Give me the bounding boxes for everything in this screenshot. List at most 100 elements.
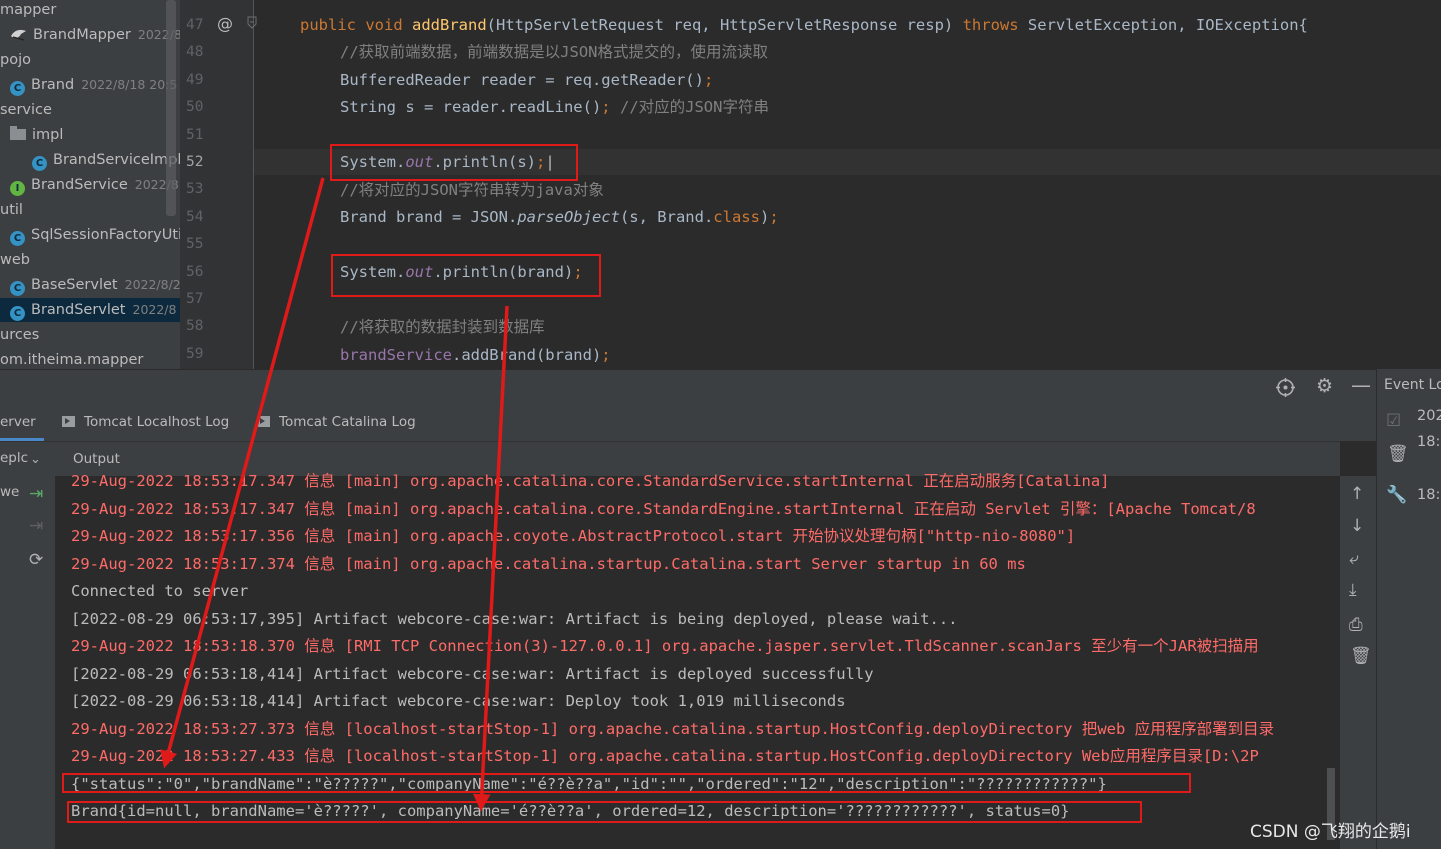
console-line: [2022-08-29 06:53:17,395] Artifact webco…: [71, 609, 958, 628]
tree-node-om.itheima.mapper[interactable]: om.itheima.mapper: [0, 348, 180, 369]
output-label[interactable]: Output: [73, 451, 120, 467]
annotation-box-print-s: [330, 144, 578, 181]
line-number: 49: [186, 71, 204, 88]
minimize-icon[interactable]: —: [1351, 375, 1371, 395]
class-icon: C: [10, 231, 25, 246]
tree-node-brandmapper[interactable]: BrandMapper 2022/8: [0, 23, 180, 47]
line-number: 59: [186, 345, 204, 362]
event-log-title[interactable]: Event Lo: [1384, 377, 1441, 393]
line-number: 55: [186, 236, 204, 253]
tree-node-label: service: [0, 102, 52, 118]
wrench-icon[interactable]: 🔧: [1386, 485, 1407, 505]
we-label: we: [0, 484, 20, 500]
tree-node-label: SqlSessionFactoryUtils: [31, 227, 180, 243]
code-line-58: //将获取的数据封装到数据库: [340, 318, 545, 336]
line-number: 50: [186, 99, 204, 116]
tree-node-brandserviceimpl[interactable]: C BrandServiceImpl: [0, 148, 180, 172]
chevron-down-icon[interactable]: ⌄: [30, 450, 41, 470]
console-line: 29-Aug-2022 18:53:17.356 信息 [main] org.a…: [71, 527, 1076, 545]
tree-node-service[interactable]: service: [0, 98, 180, 122]
event-entry: 18:: [1417, 434, 1441, 450]
class-icon: C: [32, 156, 47, 171]
console-line: 29-Aug-2022 18:53:27.373 信息 [localhost-s…: [71, 719, 1275, 738]
trash-icon[interactable]: 🗑: [1350, 646, 1372, 666]
tree-node-pojo[interactable]: pojo: [0, 48, 180, 72]
fold-icon[interactable]: [246, 16, 258, 30]
tree-node-brandservlet[interactable]: C BrandServlet 2022/8: [0, 298, 180, 322]
event-entry: 18:: [1417, 487, 1441, 503]
line-number: 51: [186, 126, 204, 143]
tree-node-label: mapper: [0, 2, 57, 18]
interface-icon: I: [10, 181, 25, 196]
code-line-50: String s = reader.readLine(); //对应的JSON字…: [340, 98, 769, 116]
class-icon: C: [10, 81, 25, 96]
services-panel-header: ⚙ —: [0, 369, 1376, 406]
annotation-box-brand-output: [67, 801, 1142, 823]
line-number: 56: [186, 263, 204, 280]
class-icon: C: [10, 306, 25, 321]
console-line: [2022-08-29 06:53:18,414] Artifact webco…: [71, 664, 874, 683]
trash-icon[interactable]: 🗑: [1387, 444, 1409, 464]
tree-node-label: impl: [32, 127, 64, 143]
tab-run-icon: [257, 416, 270, 427]
tree-node-label: pojo: [0, 52, 31, 68]
code-line-53: //将对应的JSON字符串转为java对象: [340, 181, 604, 199]
console-line: 29-Aug-2022 18:53:18.370 信息 [RMI TCP Con…: [71, 637, 1259, 655]
tree-node-brand[interactable]: C Brand 2022/8/18 20:5: [0, 73, 180, 97]
tree-node-label: Brand: [31, 77, 75, 93]
mark-read-icon[interactable]: ☑: [1386, 411, 1401, 431]
log-tabs: erver Tomcat Localhost Log Tomcat Catali…: [0, 405, 1376, 441]
tree-node-mapper[interactable]: mapper: [0, 0, 180, 22]
arrow-down-icon[interactable]: ↓: [1350, 516, 1364, 536]
print-icon[interactable]: ⎙: [1349, 615, 1363, 635]
line-number: 52: [186, 154, 204, 170]
tab-tomcat-catalina-log[interactable]: Tomcat Catalina Log: [257, 405, 416, 441]
right-toolbar: ↑ ↓ ⤶ ⤓ ⎙ 🗑: [1340, 476, 1376, 849]
tree-node-baseservlet[interactable]: C BaseServlet 2022/8/2: [0, 273, 180, 297]
tree-node-label: om.itheima.mapper: [0, 352, 144, 368]
annotation-box-json-output: [62, 773, 1191, 793]
tree-node-label: util: [0, 202, 23, 218]
console-line: [2022-08-29 06:53:18,414] Artifact webco…: [71, 692, 846, 710]
code-line-48: //获取前端数据，前端数据是以JSON格式提交的，使用流读取: [340, 43, 768, 61]
console-line: Connected to server: [71, 582, 249, 600]
tree-node-impl[interactable]: impl: [0, 123, 180, 147]
tab-server[interactable]: erver: [0, 405, 36, 441]
class-icon: C: [10, 281, 25, 296]
tree-scrollbar[interactable]: [166, 0, 176, 216]
tree-node-util[interactable]: util: [0, 198, 180, 222]
tree-node-label: BrandServiceImpl: [53, 152, 180, 168]
override-marker-icon[interactable]: @: [217, 14, 233, 34]
code-line-49: BufferedReader reader = req.getReader();: [340, 71, 714, 89]
folder-icon: [10, 126, 26, 140]
scroll-to-end-icon[interactable]: ⤓: [1349, 580, 1357, 600]
left-toolbar: we ⇥ ⇥ ⟳: [0, 476, 55, 849]
tree-node-date: 2022/8/18 20:5: [81, 77, 178, 92]
tree-node-web[interactable]: web: [0, 248, 180, 272]
console-line: 29-Aug-2022 18:53:17.347 信息 [main] org.a…: [71, 472, 1110, 490]
code-line-59: brandService.addBrand(brand);: [340, 346, 611, 364]
tree-node-label: BrandMapper: [33, 27, 131, 43]
project-tree[interactable]: mapper BrandMapper 2022/8 pojo C Brand 2022/8/…: [0, 0, 180, 369]
deploy-disabled-icon: ⇥: [29, 516, 44, 536]
tree-node-label: urces: [0, 327, 40, 343]
tree-node-brandservice[interactable]: I BrandService 2022/8: [0, 173, 180, 197]
deploy-label[interactable]: eplc: [0, 450, 28, 466]
tree-node-label: BaseServlet: [31, 277, 118, 293]
tab-tomcat-localhost-log[interactable]: Tomcat Localhost Log: [62, 405, 229, 441]
soft-wrap-icon[interactable]: ⤶: [1349, 549, 1359, 569]
refresh-icon[interactable]: ⟳: [29, 550, 43, 570]
redeploy-icon[interactable]: ⇥: [29, 484, 43, 504]
console-line: 29-Aug-2022 18:53:17.374 信息 [main] org.a…: [71, 554, 1026, 573]
gear-icon[interactable]: ⚙: [1316, 376, 1333, 396]
tree-node-sqlsessionfactoryutils[interactable]: C SqlSessionFactoryUtils: [0, 223, 180, 247]
arrow-up-icon[interactable]: ↑: [1350, 484, 1364, 504]
mybatis-bird-icon: [11, 29, 26, 41]
line-number: 54: [186, 208, 204, 225]
watermark: CSDN @飞翔的企鹅i: [1250, 822, 1411, 842]
target-icon[interactable]: [1276, 378, 1295, 397]
line-number: 47: [186, 17, 204, 33]
tree-node-label: web: [0, 252, 30, 268]
tree-node-urces[interactable]: urces: [0, 323, 180, 347]
line-number: 53: [186, 181, 204, 198]
